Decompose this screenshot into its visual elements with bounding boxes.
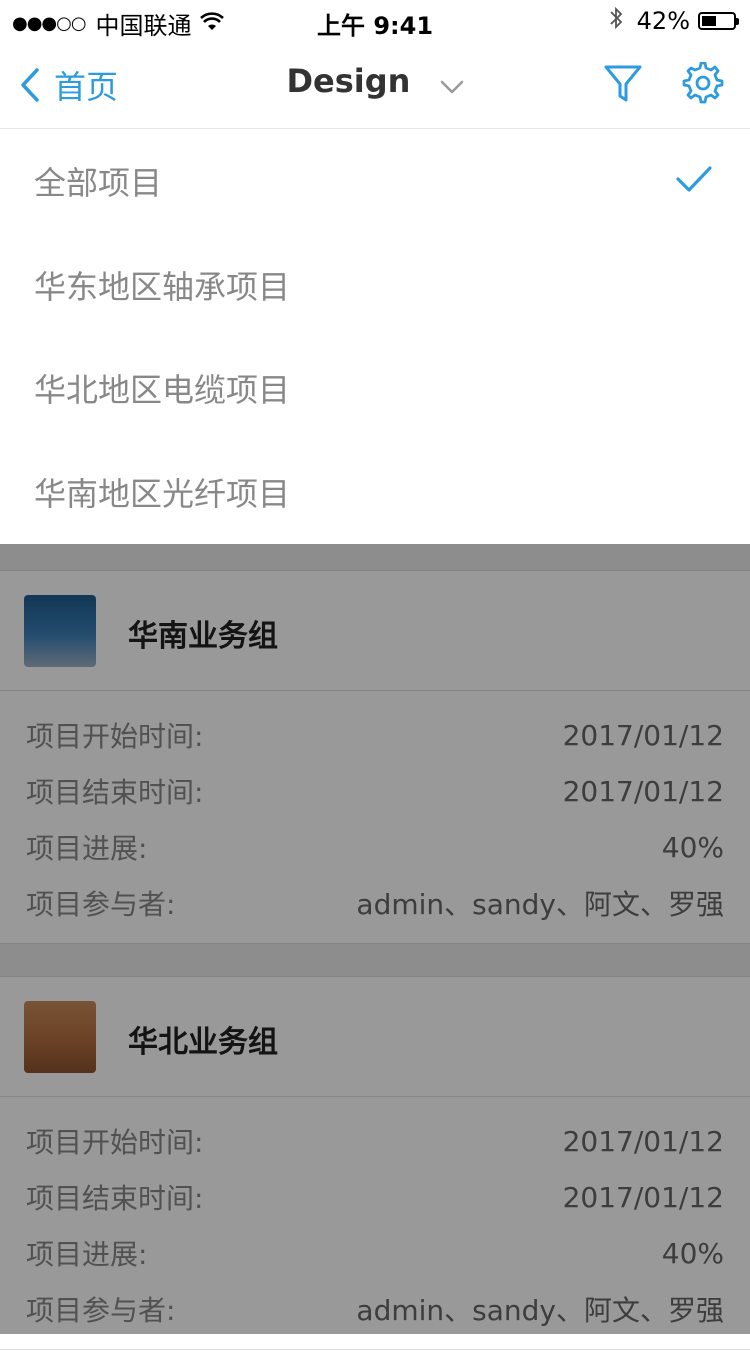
project-filter-dropdown: 全部项目 华东地区轴承项目 华北地区电缆项目 华南地区光纤项目 [0, 129, 750, 544]
dropdown-item-north[interactable]: 华北地区电缆项目 [0, 337, 750, 441]
page-title: Design [286, 62, 411, 100]
filter-button[interactable] [604, 64, 642, 108]
battery-percent: 42% [636, 7, 690, 35]
status-bar: ●●●○○ 中国联通 上午 9:41 42% [0, 0, 750, 40]
chevron-down-icon [440, 64, 464, 102]
checkmark-icon [676, 163, 712, 201]
dropdown-item-label: 全部项目 [34, 163, 163, 202]
settings-button[interactable] [682, 61, 724, 108]
bluetooth-icon [609, 6, 623, 36]
dropdown-item-label: 华南地区光纤项目 [34, 475, 291, 514]
gear-icon [682, 61, 724, 104]
navigation-bar: 首页 Design [0, 40, 750, 129]
filter-icon [604, 65, 642, 102]
battery-icon [698, 12, 739, 30]
dropdown-item-south[interactable]: 华南地区光纤项目 [0, 440, 750, 544]
status-right: 42% [609, 6, 739, 36]
dropdown-item-label: 华东地区轴承项目 [34, 267, 291, 306]
dropdown-item-label: 华北地区电缆项目 [34, 371, 291, 410]
dropdown-backdrop[interactable] [0, 544, 750, 1334]
dropdown-item-east[interactable]: 华东地区轴承项目 [0, 233, 750, 337]
dropdown-item-all[interactable]: 全部项目 [0, 129, 750, 233]
